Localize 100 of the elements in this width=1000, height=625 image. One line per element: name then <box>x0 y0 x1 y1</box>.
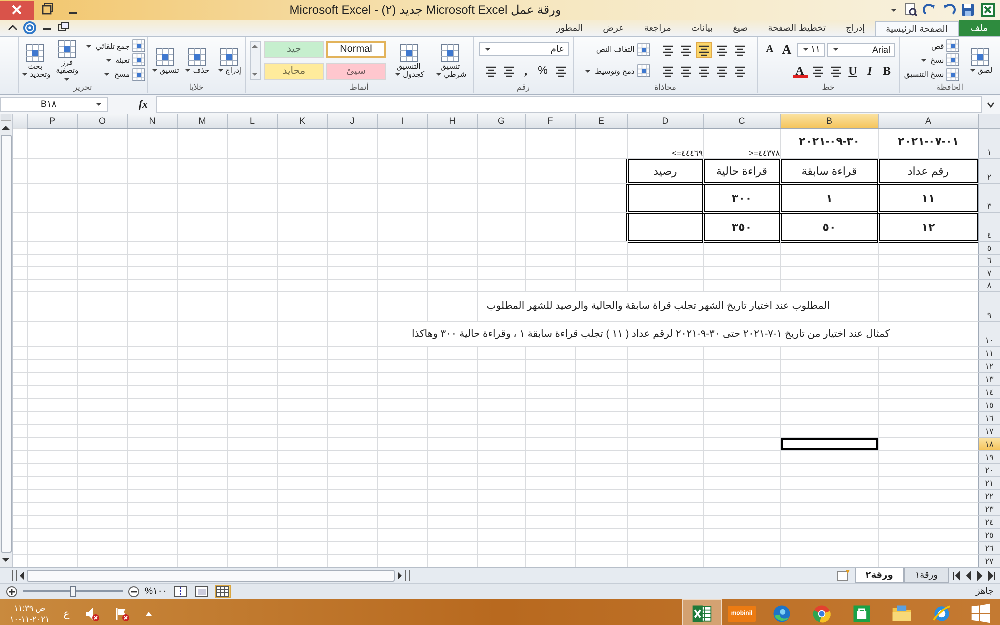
zoom-in-icon[interactable] <box>6 586 18 598</box>
column-header[interactable]: C <box>703 114 780 129</box>
cell-cursor[interactable] <box>780 438 878 451</box>
row-header[interactable]: ٢٥ <box>978 529 1000 542</box>
row-header[interactable]: ٦ <box>978 254 1000 267</box>
note-text: المطلوب عند اختيار تاريخ الشهر تجلب قراة سابقة والحالية والرصيد للشهر المطلوب <box>484 292 832 321</box>
row-header[interactable]: ١٢ <box>978 360 1000 373</box>
function-button[interactable]: fx <box>112 98 152 110</box>
column-header[interactable]: J <box>327 114 377 129</box>
speaker-muted-icon[interactable] <box>84 606 100 622</box>
row-header[interactable]: ٩ <box>978 292 1000 322</box>
row-header[interactable]: ٣ <box>978 184 1000 213</box>
restore-icon[interactable] <box>57 22 71 34</box>
column-header[interactable]: B <box>780 114 878 129</box>
lines-icon <box>714 64 729 78</box>
slider-thumb[interactable] <box>70 586 76 597</box>
ribbon-tab[interactable]: بيانات <box>681 21 724 36</box>
format-button[interactable]: A <box>762 42 778 58</box>
cell-style[interactable]: محايد <box>264 62 324 80</box>
ribbon-tab[interactable]: عرض <box>593 21 634 36</box>
row-header[interactable]: ١٦ <box>978 412 1000 425</box>
column-header[interactable]: N <box>127 114 177 129</box>
row-header[interactable]: ٢٧ <box>978 555 1000 567</box>
save-icon[interactable] <box>961 3 975 17</box>
column-header[interactable]: K <box>277 114 327 129</box>
flag-icon[interactable] <box>114 606 130 622</box>
column-header[interactable]: L <box>227 114 277 129</box>
close-button[interactable] <box>0 0 34 20</box>
ribbon-tab[interactable]: مراجعة <box>634 21 682 36</box>
row-header[interactable]: ١٠ <box>978 322 1000 347</box>
format-button[interactable]: A <box>780 42 794 58</box>
row-header[interactable]: ١٥ <box>978 399 1000 412</box>
format-button[interactable]: A <box>792 64 808 78</box>
row-header[interactable]: ٢٤ <box>978 516 1000 529</box>
taskbar-button[interactable] <box>682 599 722 625</box>
caret-icon[interactable] <box>891 8 897 12</box>
row-header[interactable]: ٢٦ <box>978 542 1000 555</box>
arrow-icon[interactable] <box>986 570 996 580</box>
spreadsheet-icon[interactable] <box>980 2 996 18</box>
column-header[interactable]: I <box>377 114 427 129</box>
column-header[interactable]: M <box>177 114 227 129</box>
ribbon-tab[interactable]: تخطيط الصفحة <box>758 21 836 36</box>
column-header[interactable]: E <box>575 114 627 129</box>
row-header[interactable]: ١٩ <box>978 451 1000 464</box>
format-button[interactable]: % <box>536 62 550 79</box>
dropdown-field[interactable]: عام <box>478 42 568 56</box>
row-header[interactable]: ١٣ <box>978 373 1000 386</box>
view-button[interactable] <box>194 585 210 598</box>
sheet-tab[interactable]: ورقة١ <box>904 568 949 583</box>
cell-style[interactable]: جيد <box>264 41 324 58</box>
row-header[interactable]: ٤ <box>978 213 1000 242</box>
new-sheet-icon[interactable] <box>836 569 852 582</box>
name-box[interactable]: B١٨ <box>0 97 108 112</box>
column-header[interactable]: G <box>477 114 525 129</box>
row-header[interactable]: ٢ <box>978 159 1000 184</box>
row-header[interactable]: ٢٠ <box>978 464 1000 477</box>
ribbon-tab[interactable]: المطور <box>546 21 594 36</box>
ribbon-tab[interactable]: صيغ <box>723 21 758 36</box>
toolbar-button[interactable] <box>696 42 712 58</box>
column-header[interactable]: H <box>427 114 477 129</box>
row-header[interactable]: ١٧ <box>978 425 1000 438</box>
dropdown-field[interactable]: Arial <box>826 42 894 57</box>
format-button[interactable]: I <box>862 63 878 80</box>
table-icon <box>57 39 78 59</box>
row-header[interactable]: ١٨ <box>978 438 1000 451</box>
column-header[interactable]: F <box>525 114 575 129</box>
row-header[interactable]: ١ <box>978 129 1000 159</box>
row-header[interactable]: ٨ <box>978 280 1000 292</box>
formula-field[interactable] <box>156 96 982 113</box>
column-header[interactable]: D <box>627 114 703 129</box>
redo-icon[interactable] <box>942 3 956 17</box>
view-button[interactable] <box>214 585 231 598</box>
vertical-scrollbar[interactable] <box>0 114 13 567</box>
format-button[interactable]: U <box>846 63 860 80</box>
column-header[interactable]: O <box>77 114 127 129</box>
print-preview-icon[interactable] <box>904 3 918 17</box>
format-button[interactable]: B <box>880 63 894 80</box>
column-header[interactable]: P <box>27 114 77 129</box>
file-tab[interactable]: ملف <box>958 20 1000 36</box>
dropdown-field[interactable]: ١١ <box>796 42 824 57</box>
cell-style[interactable]: سيئ <box>326 62 386 80</box>
row-header[interactable]: ٢١ <box>978 477 1000 490</box>
ribbon-tab[interactable]: الصفحة الرئيسية <box>875 21 959 36</box>
help-icon[interactable] <box>23 21 37 35</box>
view-button[interactable] <box>172 585 189 598</box>
row-header[interactable]: ١٤ <box>978 386 1000 399</box>
row-header[interactable]: ١١ <box>978 347 1000 360</box>
row-header[interactable]: ٢٢ <box>978 490 1000 503</box>
undo-icon[interactable] <box>923 3 937 17</box>
zoom-out-icon[interactable] <box>128 586 140 598</box>
row-header[interactable]: ٢٣ <box>978 503 1000 516</box>
sheet-tab[interactable]: ورقة٢ <box>854 568 904 583</box>
arrow-icon[interactable] <box>953 570 963 580</box>
row-header[interactable]: ٥ <box>978 242 1000 254</box>
close-icon[interactable] <box>12 5 22 15</box>
gallery-scrollbar[interactable] <box>250 41 261 80</box>
format-button[interactable]: , <box>518 62 534 79</box>
row-header[interactable]: ٧ <box>978 267 1000 280</box>
cell-style[interactable]: Normal <box>326 41 386 58</box>
ribbon-tab[interactable]: إدراج <box>836 21 876 36</box>
